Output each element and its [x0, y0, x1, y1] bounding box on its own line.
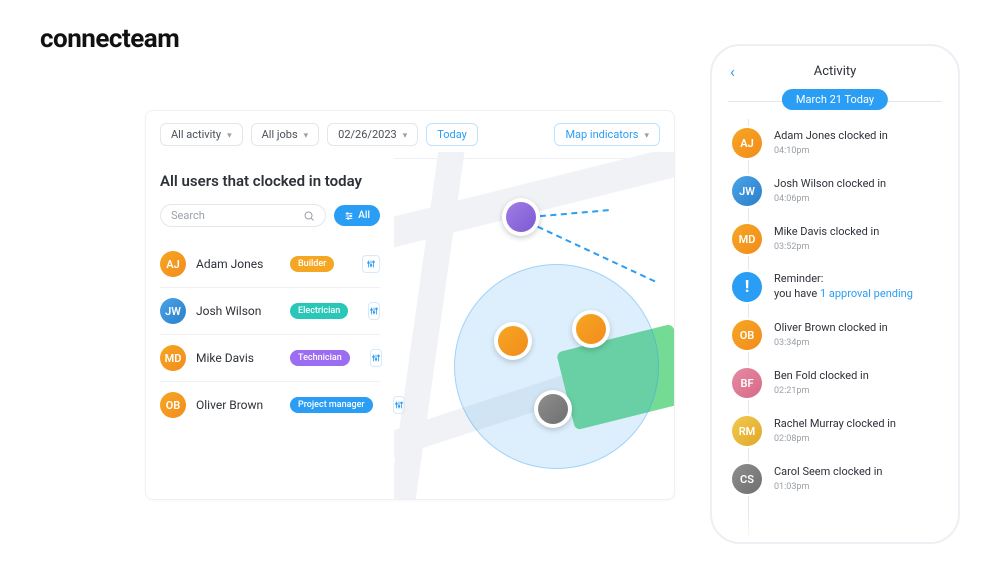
- role-tag: Technician: [290, 350, 350, 366]
- feed-text: Rachel Murray clocked in02:08pm: [774, 417, 944, 445]
- map-pin[interactable]: [572, 310, 610, 348]
- feed-text: Mike Davis clocked in03:52pm: [774, 225, 944, 253]
- geofence-circle: [454, 264, 659, 469]
- feed-text: Ben Fold clocked in02:21pm: [774, 369, 944, 397]
- feed-item[interactable]: MD Mike Davis clocked in03:52pm: [730, 215, 944, 263]
- user-panel: All users that clocked in today Search A…: [146, 152, 394, 499]
- date-pill: March 21 Today: [782, 89, 888, 110]
- all-filter-button[interactable]: All: [334, 205, 380, 226]
- map-pin[interactable]: [494, 322, 532, 360]
- timestamp: 02:08pm: [774, 433, 944, 445]
- back-icon[interactable]: ‹: [730, 62, 735, 81]
- feed-text: Reminder:you have 1 approval pending: [774, 272, 944, 302]
- user-name: Adam Jones: [196, 257, 280, 271]
- filter-activity-label: All activity: [171, 128, 221, 141]
- feed-reminder[interactable]: ! Reminder:you have 1 approval pending: [730, 263, 944, 311]
- timestamp: 01:03pm: [774, 481, 944, 493]
- user-row[interactable]: AJ Adam Jones Builder: [160, 241, 380, 288]
- timestamp: 04:10pm: [774, 145, 944, 157]
- role-tag: Project manager: [290, 397, 373, 413]
- map-area[interactable]: [394, 152, 674, 499]
- panel-heading: All users that clocked in today: [160, 172, 380, 190]
- user-name: Oliver Brown: [196, 398, 280, 412]
- timestamp: 04:06pm: [774, 193, 944, 205]
- avatar: JW: [160, 298, 186, 324]
- search-input[interactable]: Search: [160, 204, 326, 227]
- sliders-icon: [366, 259, 376, 269]
- user-name: Mike Davis: [196, 351, 280, 365]
- search-icon: [303, 210, 315, 222]
- approval-link[interactable]: 1 approval pending: [820, 287, 913, 300]
- user-row[interactable]: OB Oliver Brown Project manager: [160, 382, 380, 428]
- avatar: CS: [732, 464, 762, 494]
- map-indicators-label: Map indicators: [565, 128, 638, 141]
- user-name: Josh Wilson: [196, 304, 280, 318]
- all-filter-label: All: [358, 210, 370, 221]
- user-action-icon[interactable]: [393, 396, 405, 414]
- filter-today[interactable]: Today: [426, 123, 478, 146]
- feed-item[interactable]: RM Rachel Murray clocked in02:08pm: [730, 407, 944, 455]
- search-placeholder: Search: [171, 209, 205, 222]
- user-action-icon[interactable]: [368, 302, 380, 320]
- chevron-down-icon: [302, 128, 309, 141]
- timestamp: 03:34pm: [774, 337, 944, 349]
- feed-item[interactable]: JW Josh Wilson clocked in04:06pm: [730, 167, 944, 215]
- feed-text: Oliver Brown clocked in03:34pm: [774, 321, 944, 349]
- filter-jobs[interactable]: All jobs: [251, 123, 320, 146]
- avatar: [576, 314, 606, 344]
- dashboard-card: All activity All jobs 02/26/2023 Today M…: [145, 110, 675, 500]
- timestamp: 02:21pm: [774, 385, 944, 397]
- avatar: AJ: [732, 128, 762, 158]
- user-action-icon[interactable]: [370, 349, 382, 367]
- chevron-down-icon: [401, 128, 408, 141]
- filter-today-label: Today: [437, 128, 467, 141]
- map-indicators-button[interactable]: Map indicators: [554, 123, 660, 146]
- avatar: [506, 202, 536, 232]
- phone-title: Activity: [814, 64, 857, 79]
- sliders-icon: [394, 400, 404, 410]
- alert-icon: !: [732, 272, 762, 302]
- avatar: RM: [732, 416, 762, 446]
- activity-feed[interactable]: AJ Adam Jones clocked in04:10pm JW Josh …: [730, 119, 944, 542]
- timestamp: 03:52pm: [774, 241, 944, 253]
- feed-text: Josh Wilson clocked in04:06pm: [774, 177, 944, 205]
- chevron-down-icon: [642, 128, 649, 141]
- feed-item[interactable]: OB Oliver Brown clocked in03:34pm: [730, 311, 944, 359]
- map-pin[interactable]: [502, 198, 540, 236]
- filter-date-label: 02/26/2023: [338, 128, 397, 141]
- avatar: AJ: [160, 251, 186, 277]
- user-action-icon[interactable]: [362, 255, 380, 273]
- avatar: OB: [160, 392, 186, 418]
- feed-item[interactable]: CS Carol Seem clocked in01:03pm: [730, 455, 944, 503]
- feed-item[interactable]: AJ Adam Jones clocked in04:10pm: [730, 119, 944, 167]
- sliders-icon: [369, 306, 379, 316]
- sliders-icon: [344, 211, 354, 221]
- feed-item[interactable]: BF Ben Fold clocked in02:21pm: [730, 359, 944, 407]
- brand-logo: connecteam: [40, 24, 179, 54]
- avatar: OB: [732, 320, 762, 350]
- map-pin[interactable]: [534, 390, 572, 428]
- phone-mockup: ‹ Activity March 21 Today AJ Adam Jones …: [710, 44, 960, 544]
- chevron-down-icon: [225, 128, 232, 141]
- user-row[interactable]: JW Josh Wilson Electrician: [160, 288, 380, 335]
- avatar: BF: [732, 368, 762, 398]
- avatar: JW: [732, 176, 762, 206]
- sliders-icon: [371, 353, 381, 363]
- filter-activity[interactable]: All activity: [160, 123, 243, 146]
- role-tag: Builder: [290, 256, 334, 272]
- filter-jobs-label: All jobs: [262, 128, 298, 141]
- user-list: AJ Adam Jones Builder JW Josh Wilson Ele…: [160, 241, 380, 428]
- feed-text: Carol Seem clocked in01:03pm: [774, 465, 944, 493]
- avatar: MD: [160, 345, 186, 371]
- role-tag: Electrician: [290, 303, 348, 319]
- phone-header: ‹ Activity: [712, 56, 958, 89]
- avatar: [498, 326, 528, 356]
- user-row[interactable]: MD Mike Davis Technician: [160, 335, 380, 382]
- filter-date[interactable]: 02/26/2023: [327, 123, 418, 146]
- feed-text: Adam Jones clocked in04:10pm: [774, 129, 944, 157]
- avatar: [538, 394, 568, 424]
- avatar: MD: [732, 224, 762, 254]
